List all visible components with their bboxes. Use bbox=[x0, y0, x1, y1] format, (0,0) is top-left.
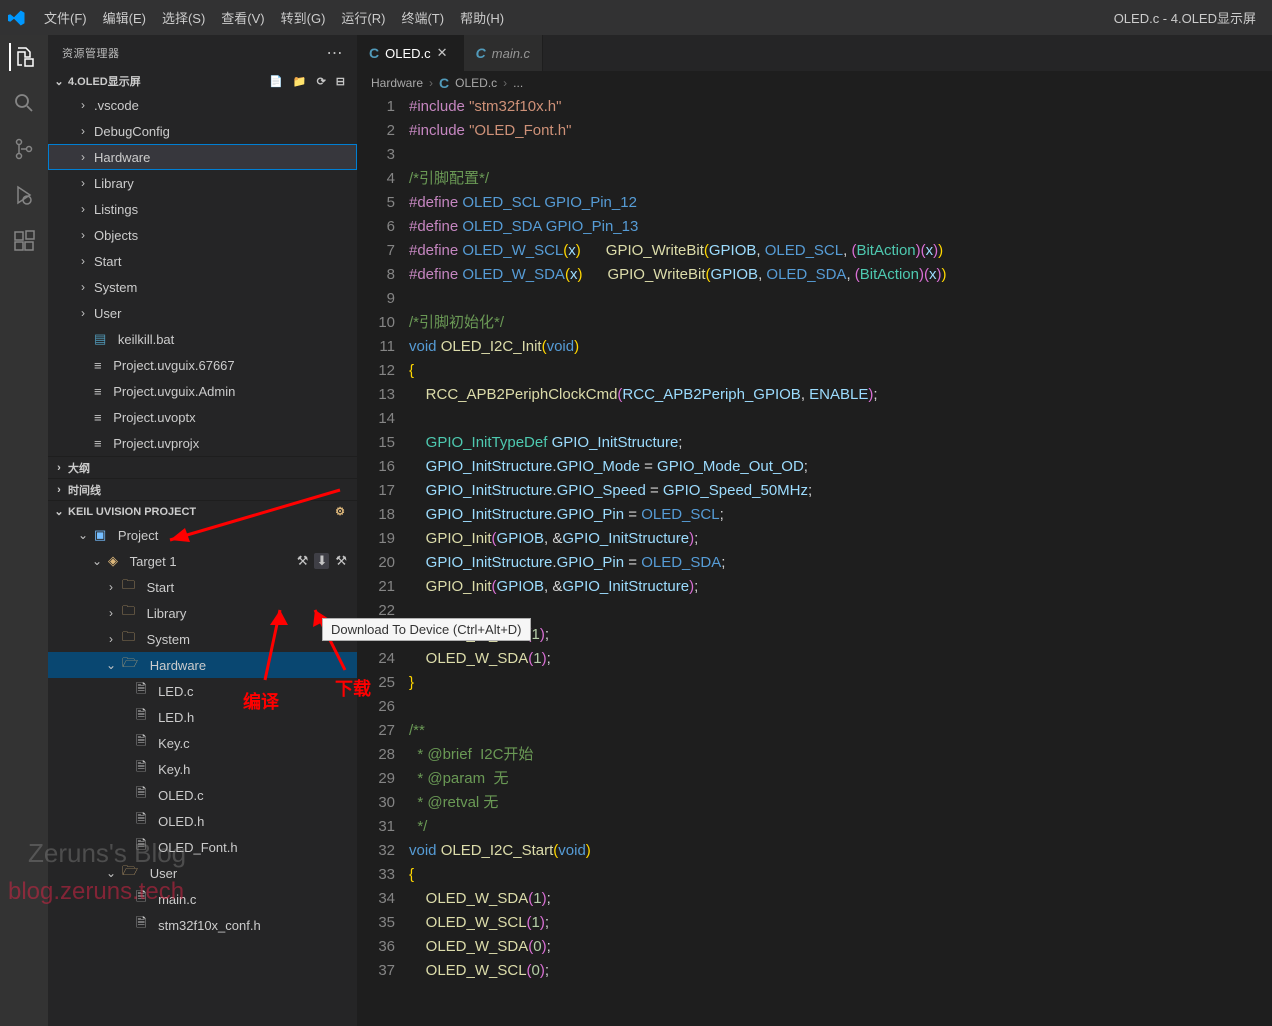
c-file-icon: C bbox=[439, 75, 449, 91]
keil-group-hardware[interactable]: ⌄🗁 Hardware bbox=[48, 652, 357, 678]
extensions-icon[interactable] bbox=[10, 227, 38, 255]
keil-file-keyc[interactable]: 🗎 Key.c bbox=[48, 730, 357, 756]
keil-group-system[interactable]: ›🗀 System bbox=[48, 626, 357, 652]
build-icon[interactable]: ⚒ bbox=[297, 553, 309, 569]
collapse-icon[interactable]: ⊟ bbox=[336, 75, 345, 88]
activity-bar bbox=[0, 35, 48, 1026]
folder-listings[interactable]: ›Listings bbox=[48, 196, 357, 222]
keil-group-start[interactable]: ›🗀 Start bbox=[48, 574, 357, 600]
keil-file-mainc[interactable]: 🗎 main.c bbox=[48, 886, 357, 912]
file-keilkill[interactable]: ▤ keilkill.bat bbox=[48, 326, 357, 352]
keil-file-confh[interactable]: 🗎 stm32f10x_conf.h bbox=[48, 912, 357, 938]
source-control-icon[interactable] bbox=[10, 135, 38, 163]
breadcrumbs[interactable]: Hardware› COLED.c› ... bbox=[357, 71, 1272, 95]
c-file-icon: C bbox=[369, 45, 379, 61]
keil-group-user[interactable]: ⌄🗁 User bbox=[48, 860, 357, 886]
file-uvguix2[interactable]: ≡ Project.uvguix.Admin bbox=[48, 378, 357, 404]
folder-hardware[interactable]: ›Hardware bbox=[48, 144, 357, 170]
file-tree: ›.vscode ›DebugConfig ›Hardware ›Library… bbox=[48, 92, 357, 456]
rebuild-icon[interactable]: ⚒ bbox=[335, 553, 347, 569]
more-icon[interactable]: ⋯ bbox=[327, 43, 344, 63]
keil-project[interactable]: ⌄▣ Project bbox=[48, 522, 357, 548]
search-icon[interactable] bbox=[10, 89, 38, 117]
folder-library[interactable]: ›Library bbox=[48, 170, 357, 196]
keil-file-oledfont[interactable]: 🗎 OLED_Font.h bbox=[48, 834, 357, 860]
window-title: OLED.c - 4.OLED显示屏 bbox=[512, 8, 1264, 27]
file-uvoptx[interactable]: ≡ Project.uvoptx bbox=[48, 404, 357, 430]
explorer-sidebar: 资源管理器 ⋯ ⌄ 4.OLED显示屏 📄 📁 ⟳ ⊟ ›.vscode ›De… bbox=[48, 35, 357, 1026]
folder-system[interactable]: ›System bbox=[48, 274, 357, 300]
menu-view[interactable]: 查看(V) bbox=[213, 4, 272, 31]
refresh-icon[interactable]: ⟳ bbox=[317, 75, 326, 88]
editor-area: COLED.c✕ Cmain.c Hardware› COLED.c› ... … bbox=[357, 35, 1272, 1026]
main-menu: 文件(F) 编辑(E) 选择(S) 查看(V) 转到(G) 运行(R) 终端(T… bbox=[36, 4, 512, 31]
project-root[interactable]: ⌄ 4.OLED显示屏 📄 📁 ⟳ ⊟ bbox=[48, 70, 357, 92]
menu-goto[interactable]: 转到(G) bbox=[273, 4, 334, 31]
keil-file-ledh[interactable]: 🗎 LED.h bbox=[48, 704, 357, 730]
chevron-down-icon: ⌄ bbox=[52, 75, 66, 88]
keil-target[interactable]: ⌄◈ Target 1 ⚒ ⬇ ⚒ bbox=[48, 548, 357, 574]
keil-file-ledc[interactable]: 🗎 LED.c bbox=[48, 678, 357, 704]
tab-mainc[interactable]: Cmain.c bbox=[464, 35, 543, 71]
folder-debugconfig[interactable]: ›DebugConfig bbox=[48, 118, 357, 144]
keil-section[interactable]: ⌄KEIL UVISION PROJECT ⚙ bbox=[48, 500, 357, 522]
file-uvprojx[interactable]: ≡ Project.uvprojx bbox=[48, 430, 357, 456]
run-debug-icon[interactable] bbox=[10, 181, 38, 209]
outline-section[interactable]: ›大纲 bbox=[48, 456, 357, 478]
code-content[interactable]: #include "stm32f10x.h" #include "OLED_Fo… bbox=[409, 95, 1272, 1026]
folder-start[interactable]: ›Start bbox=[48, 248, 357, 274]
code-editor[interactable]: 1234567891011121314151617181920212223242… bbox=[357, 95, 1272, 1026]
download-icon[interactable]: ⬇ bbox=[314, 553, 329, 569]
menu-help[interactable]: 帮助(H) bbox=[452, 4, 512, 31]
menu-edit[interactable]: 编辑(E) bbox=[95, 4, 154, 31]
close-icon[interactable]: ✕ bbox=[437, 45, 451, 61]
vscode-logo-icon bbox=[8, 9, 26, 27]
keil-group-library[interactable]: ›🗀 Library bbox=[48, 600, 357, 626]
tab-oledc[interactable]: COLED.c✕ bbox=[357, 35, 464, 71]
folder-vscode[interactable]: ›.vscode bbox=[48, 92, 357, 118]
menu-run[interactable]: 运行(R) bbox=[333, 4, 393, 31]
editor-tabs: COLED.c✕ Cmain.c bbox=[357, 35, 1272, 71]
line-numbers: 1234567891011121314151617181920212223242… bbox=[357, 95, 409, 1026]
menu-select[interactable]: 选择(S) bbox=[154, 4, 213, 31]
keil-file-oledc[interactable]: 🗎 OLED.c bbox=[48, 782, 357, 808]
titlebar: 文件(F) 编辑(E) 选择(S) 查看(V) 转到(G) 运行(R) 终端(T… bbox=[0, 0, 1272, 35]
keil-file-oledh[interactable]: 🗎 OLED.h bbox=[48, 808, 357, 834]
explorer-icon[interactable] bbox=[9, 43, 37, 71]
file-uvguix1[interactable]: ≡ Project.uvguix.67667 bbox=[48, 352, 357, 378]
keil-tree: ⌄▣ Project ⌄◈ Target 1 ⚒ ⬇ ⚒ ›🗀 Start ›🗀… bbox=[48, 522, 357, 1026]
folder-user[interactable]: ›User bbox=[48, 300, 357, 326]
c-file-icon: C bbox=[476, 45, 486, 61]
tooltip: Download To Device (Ctrl+Alt+D) bbox=[322, 618, 531, 641]
menu-file[interactable]: 文件(F) bbox=[36, 4, 95, 31]
menu-terminal[interactable]: 终端(T) bbox=[393, 4, 452, 31]
new-file-icon[interactable]: 📄 bbox=[269, 75, 283, 88]
timeline-section[interactable]: ›时间线 bbox=[48, 478, 357, 500]
new-folder-icon[interactable]: 📁 bbox=[293, 75, 307, 88]
keil-home-icon[interactable]: ⚙ bbox=[335, 505, 345, 518]
sidebar-title: 资源管理器 ⋯ bbox=[48, 35, 357, 70]
keil-file-keyh[interactable]: 🗎 Key.h bbox=[48, 756, 357, 782]
folder-objects[interactable]: ›Objects bbox=[48, 222, 357, 248]
